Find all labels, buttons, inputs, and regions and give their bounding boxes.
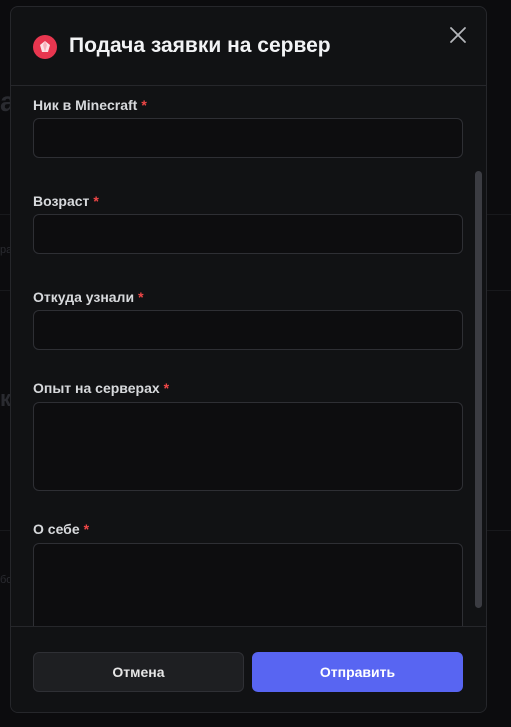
nickname-input[interactable] <box>33 118 463 158</box>
field-label-text: Возраст <box>33 193 90 209</box>
field-label-source: Откуда узнали * <box>33 289 144 305</box>
scrollbar-thumb[interactable] <box>475 171 482 608</box>
age-input[interactable] <box>33 214 463 254</box>
required-marker: * <box>83 521 90 537</box>
required-marker: * <box>138 289 144 305</box>
required-marker: * <box>163 380 170 396</box>
modal-header: Подача заявки на сервер <box>11 7 486 86</box>
required-marker: * <box>141 97 147 113</box>
application-modal: Подача заявки на сервер Ник в Minecraft *… <box>10 6 487 713</box>
field-label-experience: Опыт на серверах * <box>33 380 169 396</box>
required-marker: * <box>93 193 99 209</box>
submit-button[interactable]: Отправить <box>252 652 463 692</box>
about-textarea[interactable] <box>33 543 463 626</box>
modal-footer: Отмена Отправить <box>11 626 486 712</box>
field-label-text: О себе <box>33 521 80 537</box>
gem-icon <box>33 35 57 59</box>
field-label-text: Ник в Minecraft <box>33 97 138 113</box>
source-input[interactable] <box>33 310 463 350</box>
experience-textarea[interactable] <box>33 402 463 491</box>
field-label-age: Возраст * <box>33 193 99 209</box>
field-label-text: Опыт на серверах <box>33 380 160 396</box>
modal-form: Ник в Minecraft * Возраст * Откуда узнали *… <box>11 86 486 626</box>
cancel-button[interactable]: Отмена <box>33 652 244 692</box>
field-label-nickname: Ник в Minecraft * <box>33 97 147 113</box>
field-label-text: Откуда узнали <box>33 289 135 305</box>
close-icon[interactable] <box>448 25 468 45</box>
field-label-about: О себе * <box>33 521 89 537</box>
modal-title: Подача заявки на сервер <box>69 34 331 57</box>
